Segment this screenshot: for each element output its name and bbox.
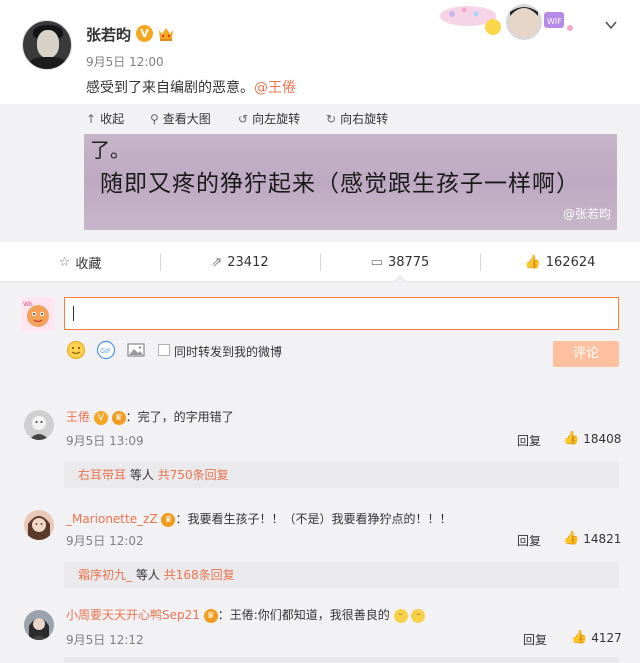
action-bar: ☆ 收藏 ⇗ 23412 ▭ 38775 👍 162624 [0,242,640,282]
sub-replies-box-partial [64,657,619,663]
commenter-avatar[interactable] [24,510,54,540]
my-avatar[interactable]: Wb [21,297,55,331]
search-icon: ⚲ [150,111,159,126]
star-icon: ☆ [58,254,71,270]
sub-reply-user[interactable]: 霜序初九_ [78,568,132,582]
comment-input[interactable] [64,297,619,330]
commenter-name[interactable]: 小周要天天开心鸭Sep21 [66,608,200,622]
thumbs-up-icon: 👍 [571,630,588,645]
mention-link[interactable]: @王倦 [254,80,296,96]
rotate-right-icon: ↻ [326,111,337,126]
chevron-down-icon[interactable] [604,18,618,32]
verified-icon: V [136,25,153,42]
rotate-left-button[interactable]: ↺ 向左旋转 [238,110,300,127]
svg-text:Wb: Wb [23,301,33,308]
commenter-avatar[interactable] [24,610,54,640]
comment-line: 小周要天天开心鸭Sep21 ♛ ：王倦:你们都知道，我很善良的 ᵕ ᵕ [66,606,426,623]
comment-text: ：完了，的字用错了 [125,410,234,424]
sub-reply-count[interactable]: 共168条回复 [164,568,235,582]
author-name[interactable]: 张若昀 [86,24,131,45]
text-caret [73,306,74,321]
comment-like-count: 18408 [583,431,622,446]
repost-button[interactable]: ⇗ 23412 [160,242,320,282]
like-button[interactable]: 👍 162624 [480,242,640,282]
share-icon: ⇗ [211,254,223,270]
thumbs-up-icon: 👍 [563,431,580,446]
favorite-button[interactable]: ☆ 收藏 [0,242,160,282]
favorite-label: 收藏 [75,256,102,272]
comment-text: ：王倦:你们都知道，我很善良的 [217,608,390,622]
comment-line: 王倦 V ♛ ：完了，的字用错了 [66,408,234,425]
sub-replies-box[interactable]: 霜序初九_ 等人 共168条回复 [64,562,619,588]
gif-icon[interactable]: GIF [96,340,116,360]
thumbs-up-icon: 👍 [563,531,580,546]
view-large-label: 查看大图 [162,112,211,126]
post-body-text: 感受到了来自编剧的恶意。 [86,80,254,96]
reply-button[interactable]: 回复 [517,432,541,449]
rotate-left-label: 向左旋转 [252,112,301,126]
arrow-up-icon: ↑ [86,111,97,126]
verified-icon: V [93,410,108,425]
vip-crown-icon: ♛ [161,512,176,527]
reply-button[interactable]: 回复 [523,631,547,648]
emoji-icon[interactable] [66,340,86,360]
post-time[interactable]: 9月5日 12:00 [86,53,164,70]
vip-crown-icon: ♛ [111,410,126,425]
comment-text: ：我要看生孩子！！（不是）我要看狰狞点的！！！ [175,512,452,526]
commenter-name[interactable]: 王倦 [66,410,90,424]
repost-count: 23412 [227,254,269,270]
card-decoration-banner: WIF [440,4,573,40]
sub-replies-box[interactable]: 右耳带耳 等人 共750条回复 [64,462,619,488]
image-watermark: @张若昀 [562,207,611,221]
comment-like-count: 14821 [583,531,622,546]
collapse-label: 收起 [100,112,125,126]
reply-button[interactable]: 回复 [517,532,541,549]
submit-comment-button[interactable]: 评论 [553,341,619,367]
comment-count: 38775 [387,254,430,270]
vip-crown-icon: ♛ [203,608,218,623]
thumbs-up-icon: 👍 [524,254,541,270]
like-count: 162624 [545,254,596,270]
repost-checkbox[interactable] [158,344,170,356]
smirk-emoji-icon: ᵕ [411,608,426,623]
image-text-line-1: 了。 [90,138,130,162]
comment-like-button[interactable]: 👍 4127 [571,630,622,645]
comment-time: 9月5日 13:09 [66,434,144,448]
smirk-emoji-icon: ᵕ [393,608,408,623]
comment-like-button[interactable]: 👍 14821 [563,531,621,546]
comment-line: _Marionette_zZ ♛ ：我要看生孩子！！（不是）我要看狰狞点的！！！ [66,510,451,527]
view-large-button[interactable]: ⚲ 查看大图 [150,110,211,127]
rotate-right-button[interactable]: ↻ 向右旋转 [326,110,388,127]
rotate-right-label: 向右旋转 [340,112,389,126]
comment-like-button[interactable]: 👍 18408 [563,431,621,446]
author-avatar[interactable] [22,20,72,70]
image-text-line-2: 随即又疼的狰狞起来（感觉跟生孩子一样啊） [100,171,580,197]
collapse-button[interactable]: ↑ 收起 [86,110,124,127]
repost-checkbox-label[interactable]: 同时转发到我的微博 [174,343,282,360]
comment-time: 9月5日 12:12 [66,633,144,647]
comment-like-count: 4127 [591,630,622,645]
post-image[interactable]: 了。 随即又疼的狰狞起来（感觉跟生孩子一样啊） @张若昀 [84,134,617,230]
sub-reply-mid: 等人 [129,468,154,482]
vip-crown-icon [159,28,173,41]
commenter-name[interactable]: _Marionette_zZ [66,512,158,526]
sub-reply-user[interactable]: 右耳带耳 [78,468,126,482]
commenter-avatar[interactable] [24,410,54,440]
post-text: 感受到了来自编剧的恶意。@王倦 [86,77,296,97]
image-icon[interactable] [126,340,146,360]
svg-text:GIF: GIF [100,347,111,355]
sub-reply-count[interactable]: 共750条回复 [158,468,229,482]
sub-reply-mid: 等人 [135,568,160,582]
rotate-left-icon: ↺ [238,111,249,126]
svg-text:WIF: WIF [547,17,562,26]
comment-icon: ▭ [370,254,383,270]
comment-time: 9月5日 12:02 [66,534,144,548]
